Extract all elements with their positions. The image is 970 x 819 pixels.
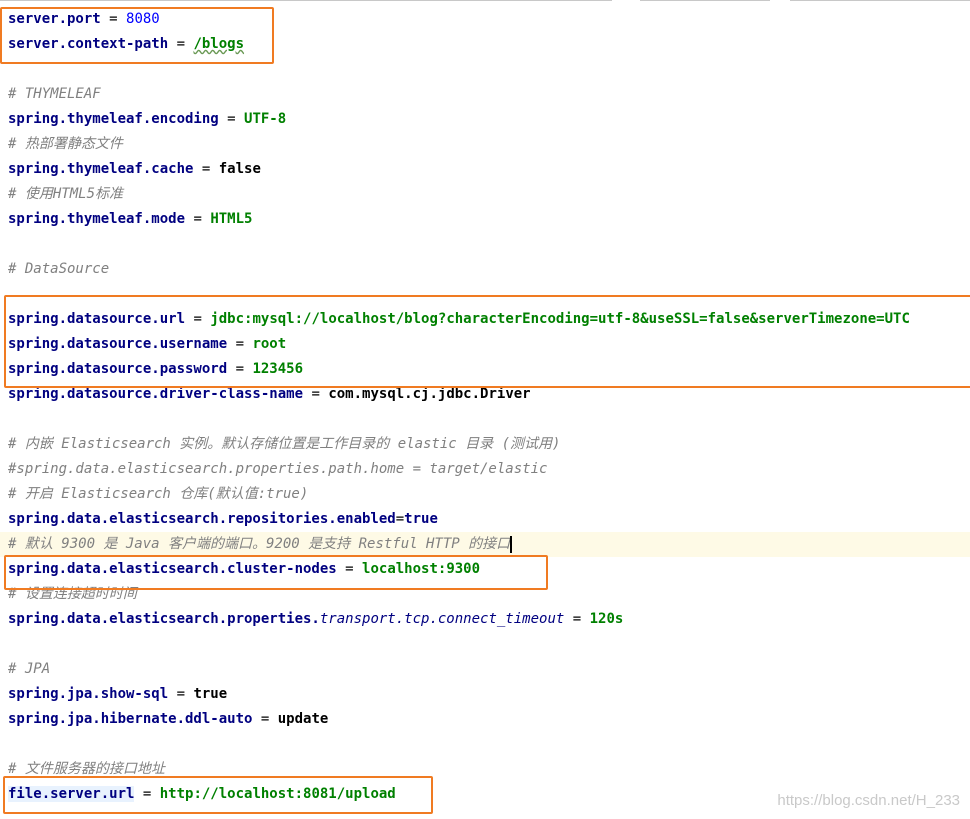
equals-sign: = — [185, 311, 211, 327]
property-value: update — [277, 711, 329, 727]
property-value: 120s — [589, 611, 624, 627]
property-line[interactable]: spring.thymeleaf.mode = HTML5 — [0, 207, 970, 232]
comment-text: # 内嵌 Elasticsearch 实例。默认存储位置是工作目录的 elast… — [8, 436, 561, 452]
equals-sign: = — [134, 786, 160, 802]
comment-text: # 使用HTML5标准 — [8, 186, 124, 202]
property-value: com.mysql.cj.jdbc.Driver — [328, 386, 531, 402]
property-line[interactable]: spring.thymeleaf.cache = false — [0, 157, 970, 182]
comment-text: # 文件服务器的接口地址 — [8, 761, 165, 777]
blank-line[interactable] — [0, 282, 970, 307]
blank-line[interactable] — [0, 407, 970, 432]
comment-line[interactable]: # 默认 9300 是 Java 客户端的端口。9200 是支持 Restful… — [0, 532, 970, 557]
comment-text: # DataSource — [8, 261, 110, 277]
blank-line[interactable] — [0, 232, 970, 257]
comment-line[interactable]: # 热部署静态文件 — [0, 132, 970, 157]
property-value: http://localhost:8081/upload — [159, 786, 396, 802]
equals-sign: = — [168, 686, 194, 702]
property-line[interactable]: spring.thymeleaf.encoding = UTF-8 — [0, 107, 970, 132]
comment-text: # 默认 9300 是 Java 客户端的端口。9200 是支持 Restful… — [8, 536, 511, 552]
property-key: spring.datasource.url — [8, 311, 186, 327]
property-key: spring.data.elasticsearch.cluster-nodes — [8, 561, 337, 577]
watermark: https://blog.csdn.net/H_233 — [777, 792, 960, 809]
comment-line[interactable]: # DataSource — [0, 257, 970, 282]
equals-sign: = — [185, 211, 211, 227]
equals-sign: = — [227, 361, 253, 377]
equals-sign: = — [564, 611, 590, 627]
property-key: server.port — [8, 11, 101, 27]
property-value: true — [193, 686, 228, 702]
comment-line[interactable]: # 使用HTML5标准 — [0, 182, 970, 207]
property-value: 8080 — [126, 11, 160, 27]
editor-top-border — [0, 0, 970, 5]
property-key: spring.data.elasticsearch.repositories.e… — [8, 511, 396, 527]
property-line[interactable]: spring.datasource.driver-class-name = co… — [0, 382, 970, 407]
property-key: spring.datasource.driver-class-name — [8, 386, 304, 402]
property-value: true — [404, 511, 438, 527]
property-key: spring.jpa.hibernate.ddl-auto — [8, 711, 253, 727]
property-line[interactable]: spring.datasource.username = root — [0, 332, 970, 357]
property-key-part: transport.tcp.connect_timeout — [319, 611, 565, 627]
equals-sign: = — [303, 386, 329, 402]
property-value: false — [218, 161, 261, 177]
text-caret — [510, 535, 513, 553]
property-key: spring.datasource.username — [8, 336, 228, 352]
property-line[interactable]: spring.datasource.url = jdbc:mysql://loc… — [0, 307, 970, 332]
property-value: jdbc:mysql://localhost/blog?characterEnc… — [210, 311, 910, 327]
blank-line[interactable] — [0, 632, 970, 657]
property-key: spring.thymeleaf.encoding — [8, 111, 219, 127]
property-key: spring.thymeleaf.cache — [8, 161, 194, 177]
comment-line[interactable]: # 内嵌 Elasticsearch 实例。默认存储位置是工作目录的 elast… — [0, 432, 970, 457]
comment-text: # 开启 Elasticsearch 仓库(默认值:true) — [8, 486, 309, 502]
properties-editor[interactable]: server.port = 8080 server.context-path = … — [0, 7, 970, 807]
property-line[interactable]: spring.data.elasticsearch.repositories.e… — [0, 507, 970, 532]
comment-text: # 设置连接超时时间 — [8, 586, 137, 602]
equals-sign: = — [218, 111, 245, 127]
comment-text: # THYMELEAF — [8, 86, 101, 102]
property-line[interactable]: server.context-path = /blogs — [0, 32, 970, 57]
property-line[interactable]: spring.data.elasticsearch.properties.tra… — [0, 607, 970, 632]
property-key: spring.thymeleaf.mode — [8, 211, 186, 227]
property-value: UTF-8 — [244, 111, 287, 127]
comment-text: # 热部署静态文件 — [8, 136, 123, 152]
comment-text: #spring.data.elasticsearch.properties.pa… — [8, 461, 548, 477]
equals-sign: = — [168, 36, 194, 52]
property-key: spring.data.elasticsearch.properties. — [8, 611, 320, 627]
equals-sign: = — [227, 336, 253, 352]
blank-line[interactable] — [0, 57, 970, 82]
property-line[interactable]: spring.jpa.hibernate.ddl-auto = update — [0, 707, 970, 732]
comment-text: # JPA — [8, 661, 51, 677]
comment-line[interactable]: # JPA — [0, 657, 970, 682]
equals-sign: = — [252, 711, 278, 727]
property-line[interactable]: spring.datasource.password = 123456 — [0, 357, 970, 382]
equals-sign: = — [336, 561, 363, 577]
property-value: root — [252, 336, 287, 352]
comment-line[interactable]: # THYMELEAF — [0, 82, 970, 107]
property-key: spring.datasource.password — [8, 361, 228, 377]
comment-line[interactable]: # 开启 Elasticsearch 仓库(默认值:true) — [0, 482, 970, 507]
property-line[interactable]: server.port = 8080 — [0, 7, 970, 32]
equals-sign: = — [395, 511, 405, 527]
property-value: 123456 — [252, 361, 304, 377]
property-key: file.server.url — [8, 786, 135, 802]
property-line[interactable]: spring.data.elasticsearch.cluster-nodes … — [0, 557, 970, 582]
equals-sign: = — [193, 161, 219, 177]
comment-line[interactable]: #spring.data.elasticsearch.properties.pa… — [0, 457, 970, 482]
property-key: spring.jpa.show-sql — [8, 686, 169, 702]
property-value: localhost:9300 — [362, 561, 481, 577]
equals-sign: = — [100, 11, 127, 27]
property-line[interactable]: spring.jpa.show-sql = true — [0, 682, 970, 707]
comment-line[interactable]: # 文件服务器的接口地址 — [0, 757, 970, 782]
comment-line[interactable]: # 设置连接超时时间 — [0, 582, 970, 607]
property-value: /blogs — [193, 36, 245, 52]
property-value: HTML5 — [210, 211, 253, 227]
property-key: server.context-path — [8, 36, 169, 52]
blank-line[interactable] — [0, 732, 970, 757]
